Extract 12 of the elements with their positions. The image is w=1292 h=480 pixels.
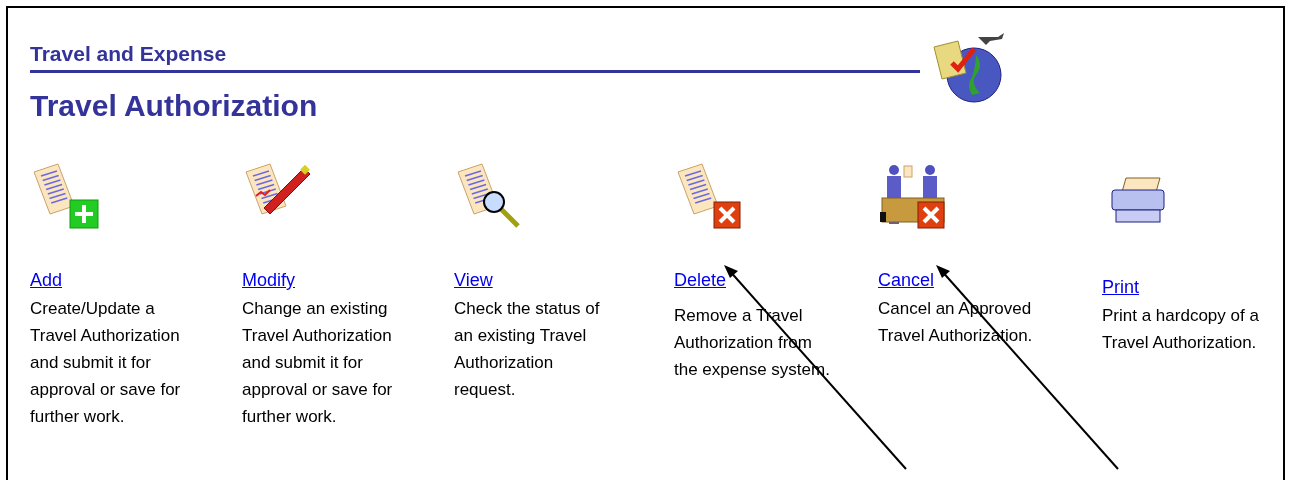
action-link[interactable]: View (454, 267, 493, 294)
action-link[interactable]: Cancel (878, 267, 935, 294)
page-title: Travel Authorization (30, 88, 319, 124)
action-description: Check the status of an existing Travel Authorization request. (454, 298, 601, 401)
section-title: Travel and Expense (30, 41, 920, 73)
action-description: Create/Update a Travel Authorization and submit it for approval or save for further work. (30, 298, 182, 428)
action-description: Change an existing Travel Authorization and submit it for approval or save for further work. (242, 298, 394, 428)
action-link[interactable]: Delete (674, 267, 727, 294)
action-description: Print a hardcopy of a Travel Authorization. (1102, 305, 1260, 354)
action-link[interactable]: Add (30, 267, 63, 294)
action-link[interactable]: Modify (242, 267, 295, 294)
action-link[interactable]: Print (1102, 274, 1139, 301)
